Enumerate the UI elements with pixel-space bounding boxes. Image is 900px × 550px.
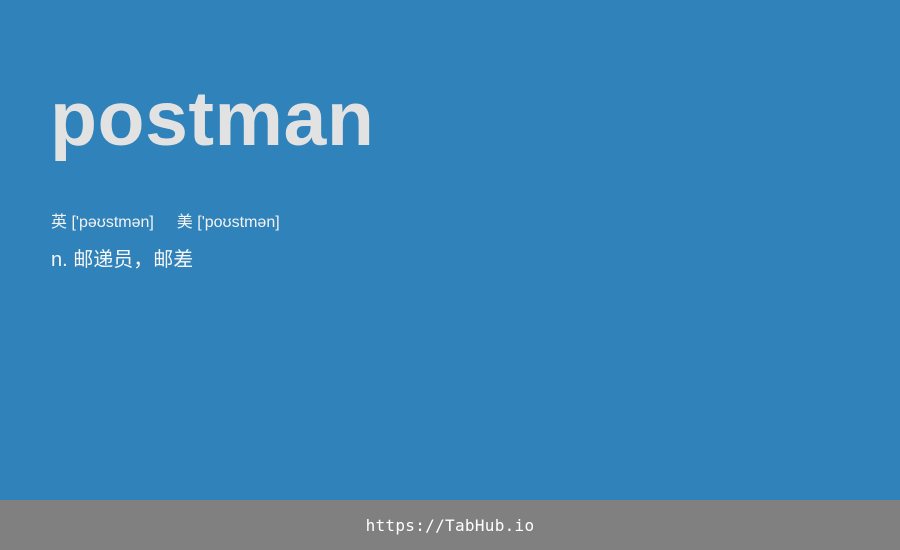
part-of-speech: n. [51,249,68,271]
us-phonetic: ['poʊstmən] [197,214,280,231]
definition-row: n. 邮递员，邮差 [51,247,193,273]
word-card: postman 英 ['pəʊstmən] 美 ['poʊstmən] n. 邮… [0,0,900,500]
pronunciation-row: 英 ['pəʊstmən] 美 ['poʊstmən] [51,212,280,234]
us-label: 美 [176,214,193,231]
uk-label: 英 [51,214,68,231]
tabhub-link[interactable]: https://TabHub.io [366,516,535,535]
uk-phonetic: ['pəʊstmən] [71,214,154,231]
footer-bar: https://TabHub.io [0,500,900,550]
headword: postman [50,76,375,162]
definition-text: 邮递员，邮差 [73,249,194,271]
